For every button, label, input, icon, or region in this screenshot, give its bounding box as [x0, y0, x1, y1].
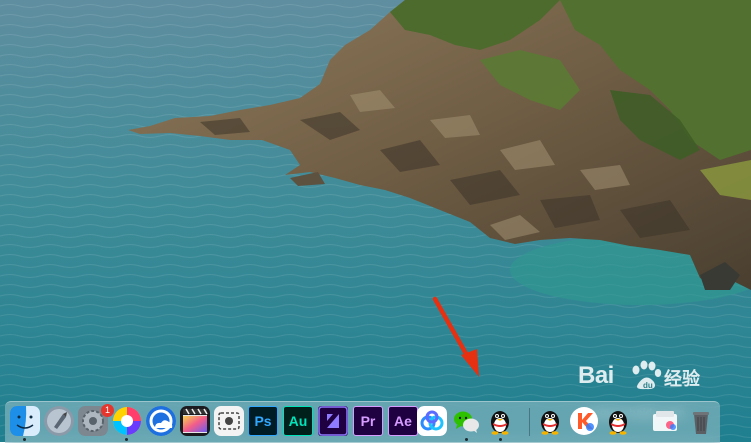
after-effects-label: Ae	[394, 413, 412, 429]
dock-trash[interactable]	[686, 406, 716, 436]
dock-cloud-app[interactable]	[146, 406, 176, 436]
k-app-icon	[570, 407, 598, 435]
dock-audition[interactable]: Au	[283, 406, 313, 436]
baidu-netdisk-icon	[417, 406, 447, 436]
dock-launchpad[interactable]	[44, 406, 74, 436]
qq-penguin-icon	[541, 411, 559, 435]
dock-baidu-netdisk[interactable]	[417, 406, 447, 436]
red-annotation-arrow	[432, 296, 479, 377]
downloads-stack-icon	[653, 411, 677, 431]
dock-k-app[interactable]	[569, 406, 599, 436]
desktop-wallpaper	[0, 0, 751, 442]
running-indicator	[125, 438, 128, 441]
dock-downloads-stack[interactable]	[650, 406, 680, 436]
dock-media-encoder[interactable]	[318, 406, 348, 436]
launchpad-icon	[44, 406, 74, 436]
dock-wechat[interactable]	[451, 406, 481, 436]
wechat-icon	[454, 411, 479, 433]
dock-photoshop[interactable]: Ps	[248, 406, 278, 436]
dock: 1 Ps Au Pr Ae	[5, 401, 720, 443]
dock-premiere[interactable]: Pr	[353, 406, 383, 436]
audition-label: Au	[288, 413, 308, 429]
dock-final-cut[interactable]	[180, 406, 210, 436]
dock-after-effects[interactable]: Ae	[388, 406, 418, 436]
dock-separator	[529, 408, 530, 436]
premiere-label: Pr	[360, 413, 376, 429]
dock-qq[interactable]	[485, 406, 515, 436]
dock-finder[interactable]	[10, 406, 40, 436]
media-encoder-icon	[318, 406, 348, 436]
trash-icon	[693, 412, 709, 434]
finder-icon	[10, 406, 40, 436]
dock-qq-3[interactable]	[603, 406, 633, 436]
colorful-browser-icon	[113, 407, 141, 435]
running-indicator	[23, 438, 26, 441]
blue-cloud-icon	[146, 406, 176, 436]
dock-screenshot[interactable]	[214, 406, 244, 436]
photoshop-label: Ps	[254, 413, 272, 429]
dock-browser[interactable]	[112, 406, 142, 436]
running-indicator	[499, 438, 502, 441]
running-indicator	[465, 438, 468, 441]
screenshot-icon	[214, 406, 244, 436]
qq-penguin-icon	[609, 411, 627, 435]
qq-penguin-icon	[491, 411, 509, 435]
coastal-wallpaper-image	[0, 0, 751, 442]
clapperboard-icon	[180, 406, 210, 436]
dock-qq-2[interactable]	[535, 406, 565, 436]
